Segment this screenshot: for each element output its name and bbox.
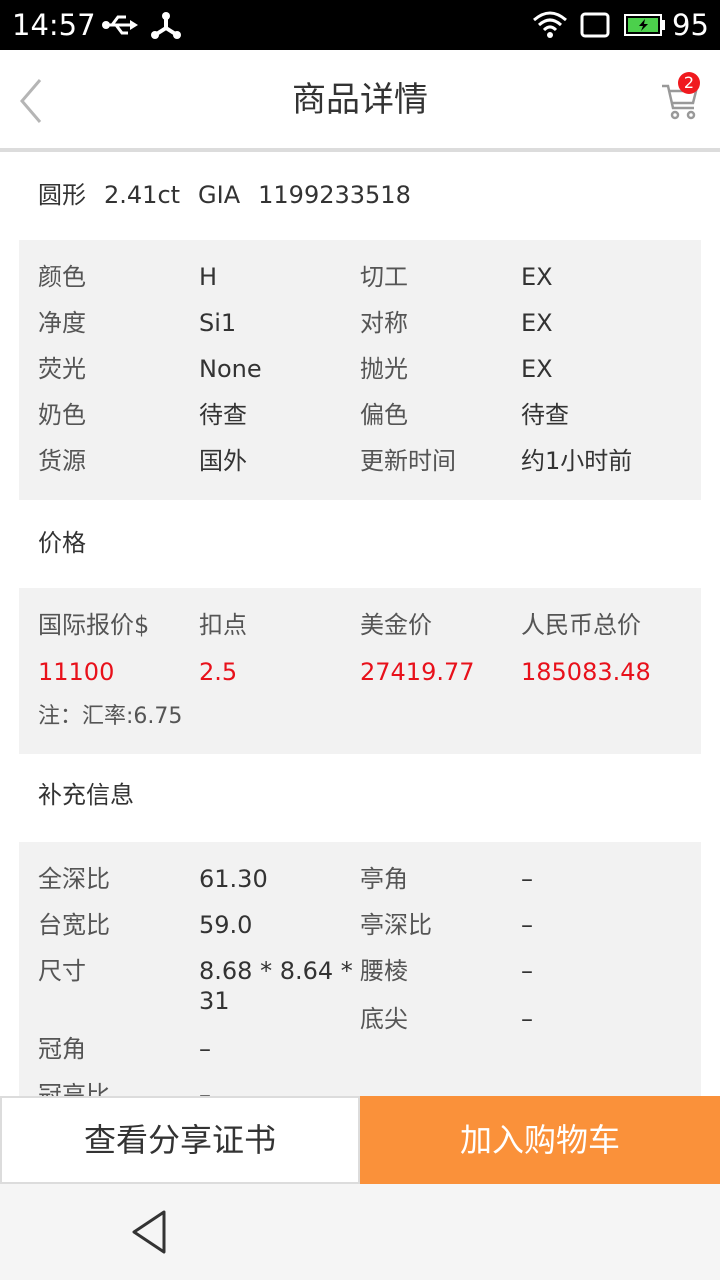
spec-label: 偏色 (360, 401, 408, 429)
screen-icon (580, 12, 610, 38)
specs-card: 颜色 H 切工 EX 净度 Si1 对称 EX 荧光 None 抛光 EX 奶色… (19, 240, 701, 500)
spec-value: EX (521, 309, 553, 337)
extra-section-title: 补充信息 (38, 781, 134, 809)
spec-label: 奶色 (38, 401, 86, 429)
spec-value: H (199, 263, 218, 291)
product-shape: 圆形 (38, 181, 86, 209)
price-section-title: 价格 (38, 529, 86, 557)
spec-value: 约1小时前 (521, 447, 633, 475)
spec-value: EX (521, 355, 553, 383)
cart-badge: 2 (678, 72, 700, 94)
spec-label: 货源 (38, 447, 86, 475)
extra-value: – (521, 911, 533, 939)
view-certificate-button[interactable]: 查看分享证书 (0, 1096, 360, 1184)
spec-label: 切工 (360, 263, 408, 291)
action-bar: 查看分享证书 加入购物车 (0, 1096, 720, 1184)
extra-label: 底尖 (360, 1005, 408, 1033)
price-header: 人民币总价 (521, 611, 641, 639)
spec-value: None (199, 355, 262, 383)
price-card: 国际报价$ 扣点 美金价 人民币总价 11100 2.5 27419.77 18… (19, 588, 701, 754)
extra-value: – (521, 957, 533, 985)
extra-value: 61.30 (199, 865, 268, 893)
battery-icon (624, 14, 665, 36)
dimension-value-line1: 8.68 * 8.64 * 5. (199, 957, 360, 985)
extra-label: 冠高比 (38, 1081, 110, 1096)
spec-value: 待查 (521, 401, 569, 429)
nav-back-icon[interactable] (130, 1208, 170, 1256)
detail-scroll-area[interactable]: 圆形 2.41ct GIA 1199233518 颜色 H 切工 EX 净度 Si1 … (0, 152, 720, 1096)
product-lab: GIA (198, 181, 241, 209)
extra-label: 亭深比 (360, 911, 432, 939)
price-value: 27419.77 (360, 658, 475, 686)
exchange-rate-note: 注：汇率:6.75 (38, 704, 183, 729)
spec-value: 待查 (199, 401, 247, 429)
spec-value: EX (521, 263, 553, 291)
app-header: 商品详情 2 (0, 50, 720, 150)
extra-label: 冠角 (38, 1035, 86, 1063)
product-carat: 2.41ct (104, 181, 181, 209)
price-value: 185083.48 (521, 658, 651, 686)
add-to-cart-button[interactable]: 加入购物车 (360, 1096, 720, 1184)
extra-info-card: 全深比 61.30 亭角 – 台宽比 59.0 亭深比 – 尺寸 8.68 * … (19, 842, 701, 1096)
status-time: 14:57 (12, 8, 96, 42)
price-header: 美金价 (360, 611, 432, 639)
price-value: 11100 (38, 658, 115, 686)
spec-label: 净度 (38, 309, 86, 337)
extra-label: 尺寸 (38, 957, 86, 985)
spec-label: 荧光 (38, 355, 86, 383)
spec-value: 国外 (199, 447, 247, 475)
extra-value: – (199, 1081, 211, 1096)
extra-value: – (521, 1005, 533, 1033)
spec-value: Si1 (199, 309, 237, 337)
spec-label: 更新时间 (360, 447, 456, 475)
spec-label: 颜色 (38, 263, 86, 291)
spec-label: 对称 (360, 309, 408, 337)
price-header: 扣点 (199, 611, 247, 639)
wifi-icon (533, 11, 567, 38)
extra-label: 亭角 (360, 865, 408, 893)
product-cert-no: 1199233518 (258, 181, 411, 209)
extra-value: – (199, 1035, 211, 1063)
system-nav-bar (0, 1184, 720, 1280)
usb-icon (102, 15, 138, 35)
extra-label: 腰棱 (360, 957, 408, 985)
spec-label: 抛光 (360, 355, 408, 383)
status-bar: 14:57 95 (0, 0, 720, 50)
extra-value: – (521, 865, 533, 893)
battery-percent: 95 (672, 8, 709, 42)
dimension-value-line2: 31 (199, 987, 230, 1015)
page-title: 商品详情 (292, 80, 428, 120)
product-summary: 圆形 2.41ct GIA 1199233518 (38, 178, 429, 212)
price-header: 国际报价$ (38, 611, 150, 639)
extra-label: 全深比 (38, 865, 110, 893)
extra-value: 59.0 (199, 911, 253, 939)
share-icon (151, 12, 181, 39)
extra-label: 台宽比 (38, 911, 110, 939)
price-value: 2.5 (199, 658, 238, 686)
